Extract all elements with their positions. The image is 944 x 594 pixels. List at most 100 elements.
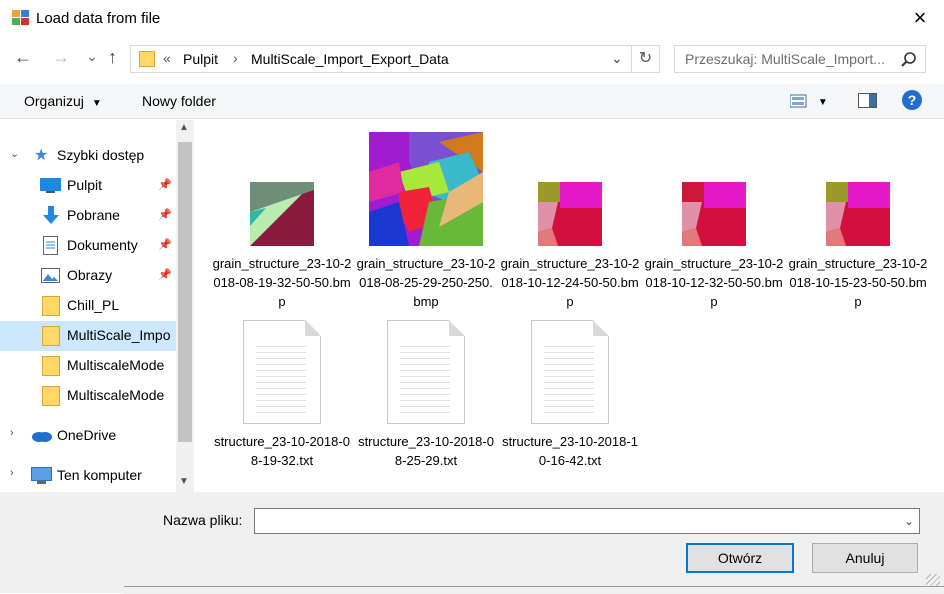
file-item[interactable]: grain_structure_23-10-2018-08-25-29-250-…: [356, 132, 496, 311]
file-item[interactable]: structure_23-10-2018-08-25-29.txt: [356, 320, 496, 470]
file-name: structure_23-10-2018-08-19-32.txt: [214, 434, 350, 468]
nav-item-multiscalemode-2[interactable]: MultiscaleMode: [0, 381, 176, 411]
nav-quick-access[interactable]: ⌄ ★ Szybki dostęp: [0, 141, 176, 171]
nav-item-dokumenty[interactable]: Dokumenty 📌: [0, 231, 176, 261]
computer-icon: [31, 467, 52, 484]
file-name: grain_structure_23-10-2018-08-19-32-50-5…: [212, 256, 352, 309]
scroll-up-icon[interactable]: ▲: [179, 122, 189, 133]
text-file-icon: [531, 320, 609, 424]
organize-label: Organizuj: [24, 93, 84, 109]
cancel-button[interactable]: Anuluj: [812, 543, 918, 573]
search-icon[interactable]: [901, 52, 917, 68]
folder-icon: [42, 356, 60, 376]
nav-item-chill-pl[interactable]: Chill_PL: [0, 291, 176, 321]
file-item[interactable]: grain_structure_23-10-2018-10-12-32-50-5…: [644, 132, 784, 311]
pictures-icon: [41, 268, 60, 283]
nav-item-label: Szybki dostęp: [57, 147, 145, 163]
address-dropdown-icon[interactable]: ⌄: [611, 50, 623, 67]
pin-icon: 📌: [158, 269, 172, 281]
chevron-right-icon[interactable]: ›: [10, 427, 14, 439]
grain-image-icon: [682, 182, 746, 246]
pin-icon: 📌: [158, 239, 172, 251]
refresh-button[interactable]: ↻: [632, 45, 660, 73]
command-bar: Organizuj ▼ Nowy folder ▼ ?: [0, 84, 944, 119]
nav-item-label: Ten komputer: [57, 467, 142, 483]
breadcrumb-current-folder[interactable]: MultiScale_Import_Export_Data: [251, 51, 449, 67]
cloud-icon: [32, 432, 52, 442]
file-item[interactable]: grain_structure_23-10-2018-08-19-32-50-5…: [212, 132, 352, 311]
nav-item-multiscale-import[interactable]: MultiScale_Impo: [0, 321, 176, 351]
nav-this-pc[interactable]: › Ten komputer: [0, 461, 176, 491]
file-thumbnail: [538, 132, 602, 250]
text-file-icon: [243, 320, 321, 424]
organize-button[interactable]: Organizuj ▼: [24, 93, 102, 109]
documents-icon: [43, 236, 58, 255]
nav-scrollbar-thumb[interactable]: [178, 142, 192, 442]
nav-item-label: OneDrive: [57, 427, 117, 443]
grain-image-icon: [826, 182, 890, 246]
new-folder-button[interactable]: Nowy folder: [142, 93, 216, 109]
back-button[interactable]: ←: [14, 47, 32, 68]
grain-image-icon: [538, 182, 602, 246]
breadcrumb-separator: ›: [233, 50, 238, 66]
nav-item-pobrane[interactable]: Pobrane 📌: [0, 201, 176, 231]
download-icon: [43, 206, 59, 224]
nav-item-label: MultiscaleMode: [67, 387, 165, 403]
file-item[interactable]: grain_structure_23-10-2018-10-12-24-50-5…: [500, 132, 640, 311]
file-thumbnail: [682, 132, 746, 250]
open-button[interactable]: Otwórz: [686, 543, 794, 573]
breadcrumb-pulpit[interactable]: Pulpit: [183, 51, 218, 67]
chevron-right-icon[interactable]: ›: [10, 467, 14, 479]
file-thumbnail: [250, 132, 314, 250]
file-list: grain_structure_23-10-2018-08-19-32-50-5…: [194, 120, 944, 492]
folder-icon: [42, 326, 60, 346]
chevron-down-icon[interactable]: ⌄: [898, 508, 920, 534]
nav-item-label: MultiScale_Impo: [67, 327, 171, 343]
close-button[interactable]: ×: [906, 6, 934, 30]
scroll-down-icon[interactable]: ▼: [179, 476, 189, 487]
breadcrumb-overflow[interactable]: «: [163, 50, 171, 66]
search-box[interactable]: Przeszukaj: MultiScale_Import...: [674, 45, 926, 73]
folder-icon: [42, 296, 60, 316]
file-item[interactable]: grain_structure_23-10-2018-10-15-23-50-5…: [788, 132, 928, 311]
recent-locations-button[interactable]: ⌄: [86, 48, 98, 65]
app-icon: [12, 10, 29, 25]
help-icon[interactable]: ?: [902, 90, 922, 110]
preview-pane-icon[interactable]: [858, 93, 878, 109]
chevron-down-icon: ▼: [817, 97, 828, 108]
view-icon: [789, 94, 807, 108]
file-name: grain_structure_23-10-2018-10-15-23-50-5…: [788, 256, 928, 309]
file-name: grain_structure_23-10-2018-08-25-29-250-…: [356, 256, 496, 309]
chevron-down-icon: ▼: [91, 98, 102, 109]
grain-image-icon: [369, 132, 483, 246]
search-input[interactable]: Przeszukaj: MultiScale_Import...: [685, 51, 885, 67]
navigation-pane: ⌄ ★ Szybki dostęp Pulpit 📌 Pobrane 📌 Dok…: [0, 120, 194, 492]
forward-button[interactable]: →: [52, 47, 70, 68]
folder-icon: [139, 51, 155, 67]
file-thumbnail: [369, 132, 483, 250]
star-icon: ★: [34, 147, 49, 164]
filename-input[interactable]: [254, 508, 920, 534]
file-name: grain_structure_23-10-2018-10-12-32-50-5…: [644, 256, 784, 309]
pin-icon: 📌: [158, 209, 172, 221]
folder-icon: [42, 386, 60, 406]
nav-item-label: MultiscaleMode: [67, 357, 165, 373]
filename-label: Nazwa pliku:: [163, 512, 243, 528]
nav-onedrive[interactable]: › OneDrive: [0, 421, 176, 451]
nav-item-obrazy[interactable]: Obrazy 📌: [0, 261, 176, 291]
file-name: structure_23-10-2018-08-25-29.txt: [358, 434, 494, 468]
file-thumbnail: [826, 132, 890, 250]
nav-item-multiscalemode-1[interactable]: MultiscaleMode: [0, 351, 176, 381]
window-title: Load data from file: [36, 10, 161, 27]
nav-item-pulpit[interactable]: Pulpit 📌: [0, 171, 176, 201]
up-button[interactable]: ↑: [108, 47, 117, 68]
view-options-button[interactable]: ▼: [789, 94, 828, 111]
grain-image-icon: [250, 182, 314, 246]
nav-item-label: Chill_PL: [67, 297, 120, 313]
pin-icon: 📌: [158, 179, 172, 191]
chevron-down-icon[interactable]: ⌄: [10, 147, 19, 160]
address-bar[interactable]: « Pulpit › MultiScale_Import_Export_Data…: [130, 45, 632, 73]
file-item[interactable]: structure_23-10-2018-08-19-32.txt: [212, 320, 352, 470]
file-name: grain_structure_23-10-2018-10-12-24-50-5…: [500, 256, 640, 309]
file-item[interactable]: structure_23-10-2018-10-16-42.txt: [500, 320, 640, 470]
